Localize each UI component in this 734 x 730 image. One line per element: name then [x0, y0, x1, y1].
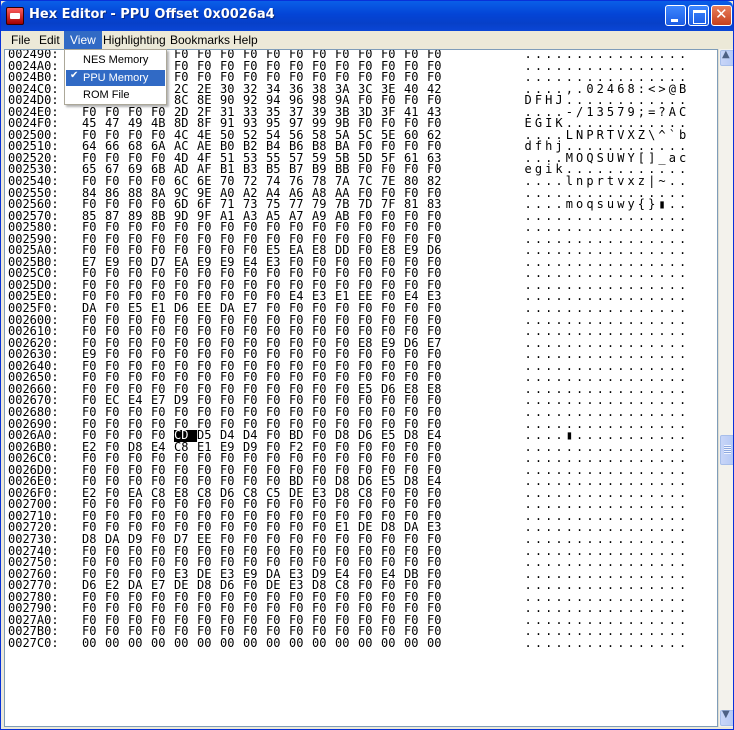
byte-cell[interactable]: 00 — [174, 637, 197, 650]
minimize-button[interactable] — [665, 5, 686, 26]
scroll-down-button[interactable]: ▼ — [720, 709, 733, 726]
ascii-char: . — [637, 635, 646, 650]
close-button[interactable]: ✕ — [711, 5, 732, 26]
byte-cell[interactable]: 00 — [358, 637, 381, 650]
title-bar[interactable]: Hex Editor - PPU Offset 0x0026a4 ✕ — [1, 1, 733, 31]
hex-row: 0027C0: 00 00 00 00 00 00 00 00 00 00 00 00 00 00 00 00.… — [8, 635, 713, 650]
menu-item-label: ROM File — [83, 89, 130, 101]
row-bytes[interactable]: 00 00 00 00 00 00 00 00 00 00 00 00 00 00 00 00 — [82, 637, 512, 650]
byte-cell[interactable]: 00 — [381, 637, 404, 650]
byte-cell[interactable]: 00 — [335, 637, 358, 650]
byte-cell[interactable]: 00 — [427, 637, 450, 650]
view-menu-dropdown: NES Memory ✔ PPU Memory ROM File — [64, 49, 167, 105]
arrow-down-icon: ▼ — [722, 709, 730, 720]
row-ascii[interactable]: ................ — [523, 635, 688, 650]
menu-item-label: NES Memory — [83, 54, 149, 66]
hex-view[interactable]: 002490:F0F0F0F0F0F0F0F0F0F0F0F0F0F0F0F0.… — [4, 49, 718, 727]
byte-cell[interactable]: 00 — [404, 637, 427, 650]
menu-edit[interactable]: Edit — [33, 31, 66, 49]
menu-item-label: PPU Memory — [83, 72, 149, 84]
menu-bar: File Edit View Highlighting Bookmarks He… — [1, 31, 733, 49]
ascii-char: . — [627, 635, 635, 650]
menu-highlighting[interactable]: Highlighting — [97, 31, 172, 49]
ascii-char: . — [555, 635, 563, 650]
ascii-char: . — [596, 635, 604, 650]
ascii-char: . — [565, 635, 573, 650]
ascii-char: . — [586, 635, 594, 650]
byte-cell[interactable]: 00 — [197, 637, 220, 650]
ascii-char: . — [606, 635, 615, 650]
checkmark-icon: ✔ — [70, 70, 79, 81]
byte-cell[interactable]: 00 — [312, 637, 335, 650]
ascii-char: . — [576, 635, 584, 650]
byte-cell[interactable]: 00 — [82, 637, 105, 650]
menu-help[interactable]: Help — [227, 31, 264, 49]
byte-cell[interactable]: 00 — [220, 637, 243, 650]
byte-cell[interactable]: 00 — [105, 637, 128, 650]
byte-cell[interactable]: 00 — [243, 637, 266, 650]
vertical-scrollbar[interactable]: ▲ ▼ — [718, 49, 733, 727]
ascii-char: . — [678, 635, 687, 650]
ascii-char: . — [648, 635, 656, 650]
ascii-char: . — [668, 635, 676, 650]
hex-editor-window: Hex Editor - PPU Offset 0x0026a4 ✕ File … — [0, 0, 734, 730]
scroll-thumb[interactable] — [720, 435, 733, 465]
ascii-char: . — [534, 635, 543, 650]
byte-cell[interactable]: 00 — [151, 637, 174, 650]
maximize-button[interactable] — [688, 5, 709, 26]
ascii-char: . — [545, 635, 553, 650]
arrow-up-icon: ▲ — [722, 49, 730, 60]
menu-item-nes-memory[interactable]: NES Memory — [66, 52, 165, 68]
menu-bookmarks[interactable]: Bookmarks — [164, 31, 236, 49]
byte-cell[interactable]: 00 — [128, 637, 151, 650]
row-address: 0027C0: — [8, 635, 59, 650]
menu-file[interactable]: File — [5, 31, 36, 49]
ascii-char: . — [524, 635, 532, 650]
hex-lines: 002490:F0F0F0F0F0F0F0F0F0F0F0F0F0F0F0F0.… — [8, 50, 713, 650]
ascii-char: . — [658, 635, 666, 650]
close-icon: ✕ — [715, 5, 728, 23]
menu-item-rom-file[interactable]: ROM File — [66, 87, 165, 103]
scroll-up-button[interactable]: ▲ — [720, 49, 733, 66]
menu-item-ppu-memory[interactable]: ✔ PPU Memory — [66, 70, 165, 86]
fceux-app-icon[interactable] — [6, 7, 24, 25]
window-title: Hex Editor - PPU Offset 0x0026a4 — [29, 7, 275, 22]
ascii-char: . — [617, 635, 625, 650]
byte-cell[interactable]: 00 — [289, 637, 312, 650]
byte-cell[interactable]: 00 — [266, 637, 289, 650]
